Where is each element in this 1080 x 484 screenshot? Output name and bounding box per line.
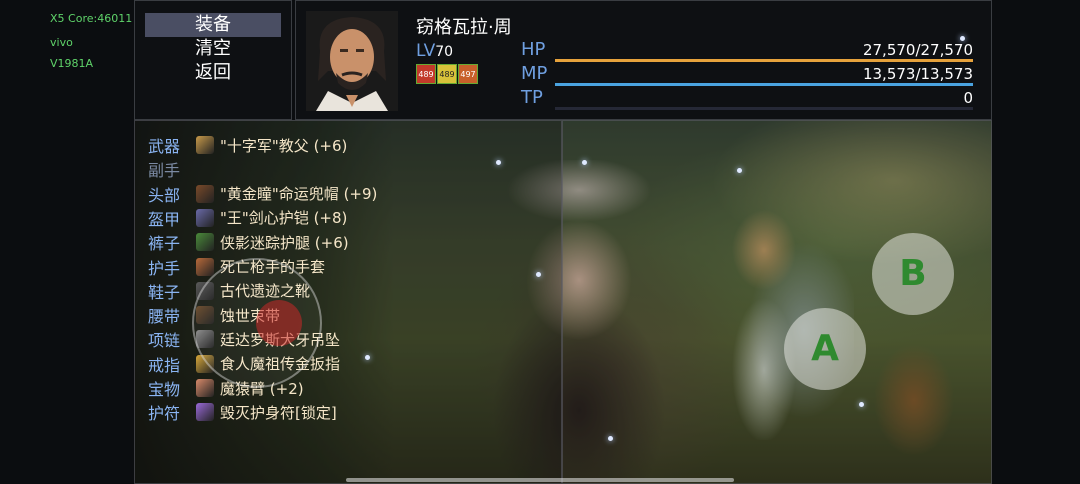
equipment-item-name: "黄金瞳"命运兜帽 (+9) — [220, 185, 378, 204]
a-button[interactable]: A — [784, 308, 866, 390]
status-effect-icon: 489 — [437, 64, 457, 84]
equipment-slot-label: 副手 — [148, 161, 181, 181]
joystick-knob[interactable] — [256, 300, 302, 346]
equipment-slot-label: 戒指 — [148, 355, 181, 375]
tp-value: 0 — [963, 89, 973, 107]
level-display: LV70 — [416, 41, 453, 61]
tp-bar — [555, 107, 973, 110]
equipment-item-name: "王"剑心护铠 (+8) — [220, 209, 348, 228]
hood-icon — [196, 184, 214, 203]
sparkle — [496, 160, 501, 165]
mp-bar-fill — [555, 83, 973, 86]
menu-equip[interactable]: 装备 — [145, 13, 281, 37]
system-brand-text: vivo — [50, 36, 73, 49]
equipment-slot-row[interactable]: 裤子 侠影迷踪护腿 (+6) — [148, 230, 349, 254]
equipment-item-name: 毁灭护身符[锁定] — [220, 403, 337, 422]
equipment-slot-row[interactable]: 头部 "黄金瞳"命运兜帽 (+9) — [148, 182, 377, 206]
sparkle — [365, 355, 370, 360]
status-effect-icons: 489 489 497 — [416, 64, 478, 84]
gloves-icon — [196, 257, 214, 276]
b-button[interactable]: B — [872, 233, 954, 315]
equipment-slot-label: 盔甲 — [148, 209, 181, 229]
sparkle — [608, 436, 613, 441]
equipment-slot-label: 武器 — [148, 137, 181, 156]
hp-label: HP — [521, 39, 546, 60]
equipment-slot-label: 项链 — [148, 331, 181, 351]
leggings-icon — [196, 233, 214, 252]
level-label: LV — [416, 41, 436, 61]
equipment-slot-label: 护符 — [148, 404, 181, 424]
hp-value: 27,570/27,570 — [862, 41, 973, 59]
equipment-slot-label: 宝物 — [148, 380, 181, 399]
home-indicator[interactable] — [346, 478, 734, 482]
sparkle — [960, 36, 965, 41]
mp-value: 13,573/13,573 — [862, 65, 973, 83]
hp-gauge: HP 27,570/27,570 — [521, 39, 973, 63]
equipment-slot-row[interactable]: 武器 "十字军"教父 (+6) — [148, 133, 347, 157]
tp-gauge: TP 0 — [521, 87, 973, 111]
equipment-slot-label: 头部 — [148, 185, 181, 205]
sparkle — [582, 160, 587, 165]
sparkle — [737, 168, 742, 173]
sparkle — [536, 272, 541, 277]
equipment-item-name: 侠影迷踪护腿 (+6) — [220, 233, 349, 252]
menu-back[interactable]: 返回 — [145, 61, 281, 85]
sparkle — [859, 402, 864, 407]
mp-label: MP — [521, 63, 548, 84]
equipment-slot-row[interactable]: 副手 — [148, 157, 190, 181]
mp-bar — [555, 83, 973, 86]
equipment-slot-label: 腰带 — [148, 307, 181, 327]
mp-gauge: MP 13,573/13,573 — [521, 63, 973, 87]
equipment-slot-label: 鞋子 — [148, 282, 181, 302]
system-core-text: X5 Core:46011 — [50, 12, 133, 25]
hp-bar — [555, 59, 973, 62]
menu-clear[interactable]: 清空 — [145, 37, 281, 61]
arm-icon — [196, 379, 214, 397]
equipment-slot-label: 护手 — [148, 258, 181, 278]
equipment-slot-label: 裤子 — [148, 234, 181, 254]
hp-bar-fill — [555, 59, 973, 62]
level-value: 70 — [435, 44, 454, 60]
armor-icon — [196, 208, 214, 227]
character-status-panel: 窃格瓦拉·周 LV70 489 489 497 HP 27,570/27,570… — [295, 0, 992, 120]
equipment-item-name: "十字军"教父 (+6) — [220, 136, 348, 155]
character-portrait — [306, 11, 398, 111]
status-effect-icon: 489 — [416, 64, 436, 84]
character-name: 窃格瓦拉·周 — [416, 17, 512, 38]
tp-label: TP — [521, 87, 543, 108]
amulet-icon — [196, 403, 214, 422]
sword-icon — [196, 136, 214, 154]
command-menu: 装备 清空 返回 — [134, 0, 292, 120]
equipment-slot-row[interactable]: 盔甲 "王"剑心护铠 (+8) — [148, 206, 347, 230]
system-model-text: V1981A — [50, 57, 94, 70]
equipment-slot-row[interactable]: 护符 毁灭护身符[锁定] — [148, 400, 337, 424]
status-effect-icon: 497 — [458, 64, 478, 84]
